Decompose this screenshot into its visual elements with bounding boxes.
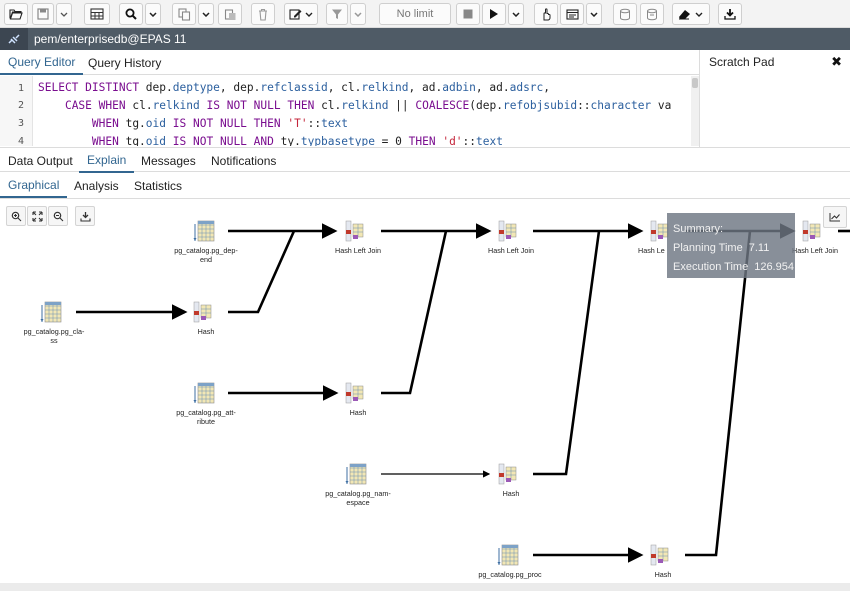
plan-node-pg-namespace[interactable]: pg_catalog.pg_nam- espace [325,463,391,507]
zoom-in-icon[interactable] [6,206,26,226]
plan-node-hash-left-join-3[interactable]: Hash Le [638,220,669,255]
plan-node-hash-3[interactable]: Hash [498,463,520,498]
line-number: 4 [17,136,24,146]
line-number: 3 [17,118,24,129]
node-label: Hash Left Join [335,246,381,255]
code-line: WHEN tg.oid IS NOT NULL AND ty.typbasety… [91,135,503,146]
clear-icon[interactable] [672,3,710,25]
rollback-icon[interactable] [640,3,664,25]
plan-node-hash-2[interactable]: Hash [345,382,367,417]
tab-statistics[interactable]: Statistics [126,173,190,198]
connection-status-icon[interactable] [0,28,28,50]
explain-tab-bar: Graphical Analysis Statistics [0,173,850,199]
tab-data-output[interactable]: Data Output [0,148,81,173]
execution-time-label: Execution Time [673,261,749,273]
tab-query-editor[interactable]: Query Editor [0,50,84,75]
plan-edges [76,223,850,563]
plan-node-hash-left-join-2[interactable]: Hash Left Join [488,220,534,255]
scratch-pad-panel: Scratch Pad ✖ [699,50,850,147]
stop-icon[interactable] [456,3,480,25]
node-label: Hash [198,327,215,336]
scratch-pad-title: Scratch Pad [709,55,775,69]
code-line: WHEN tg.oid IS NOT NULL THEN 'T'::text [91,117,349,130]
node-label: Hash [350,408,367,417]
find-icon[interactable] [119,3,143,25]
summary-title: Summary: [673,223,724,235]
explain-icon[interactable] [534,3,558,25]
filter-options-chevron-down-icon[interactable] [350,3,366,25]
result-tab-bar: Data Output Explain Messages Notificatio… [0,147,850,173]
save-icon[interactable] [32,3,54,25]
save-options-chevron-down-icon[interactable] [56,3,72,25]
find-options-chevron-down-icon[interactable] [145,3,161,25]
commit-icon[interactable] [613,3,637,25]
node-label: Hash [503,489,520,498]
node-label: Hash Left Join [792,246,838,255]
tab-explain[interactable]: Explain [79,148,135,173]
download-icon[interactable] [718,3,742,25]
execute-icon[interactable] [482,3,506,25]
node-label: espace [346,498,369,507]
tab-notifications[interactable]: Notifications [203,148,284,173]
node-label: Hash Le [638,246,665,255]
editor-tab-bar: Query Editor Query History [0,50,699,75]
execution-time-value: 126.954 [754,261,794,273]
line-number-gutter: 1 2 3 4 [0,76,33,146]
plan-node-hash-1[interactable]: Hash [193,301,215,336]
copy-icon[interactable] [172,3,196,25]
filter-icon[interactable] [326,3,348,25]
editor-scrollbar[interactable] [691,76,699,146]
connection-bar: pem/enterprisedb@EPAS 11 [0,28,850,50]
sql-editor[interactable]: 1 2 3 4 SELECT DISTINCT dep.deptype, dep… [0,76,699,146]
node-label: pg_catalog.pg_att- [176,408,236,417]
tab-graphical[interactable]: Graphical [0,173,68,198]
table-grid-icon[interactable] [84,3,110,25]
node-label: ribute [197,417,215,426]
tab-analysis[interactable]: Analysis [66,173,127,198]
open-file-icon[interactable] [4,3,28,25]
plan-node-pg-proc[interactable]: pg_catalog.pg_proc ... [478,544,542,588]
plan-node-pg-depend[interactable]: pg_catalog.pg_dep- end [174,220,238,264]
copy-options-chevron-down-icon[interactable] [198,3,214,25]
code-line: CASE WHEN cl.relkind IS NOT NULL THEN cl… [64,99,672,112]
line-number: 2 [17,100,24,111]
plan-node-hash-left-join-1[interactable]: Hash Left Join [335,220,381,255]
delete-icon[interactable] [251,3,275,25]
statistics-chart-icon[interactable] [823,206,847,228]
line-number: 1 [17,83,24,94]
explain-options-chevron-down-icon[interactable] [586,3,602,25]
node-label: Hash Left Join [488,246,534,255]
zoom-to-fit-icon[interactable] [27,206,47,226]
execution-summary-tooltip: Summary: Planning Time 7.11 Execution Ti… [667,213,795,278]
node-label: ss [50,336,58,345]
zoom-out-icon[interactable] [48,206,68,226]
node-label: pg_catalog.pg_dep- [174,246,238,255]
close-icon[interactable]: ✖ [831,54,842,70]
connection-label: pem/enterprisedb@EPAS 11 [34,32,187,46]
edit-icon[interactable] [284,3,318,25]
execute-options-chevron-down-icon[interactable] [508,3,524,25]
node-label: pg_catalog.pg_proc [478,570,542,579]
plan-node-pg-attribute[interactable]: pg_catalog.pg_att- ribute [176,382,236,426]
node-label: pg_catalog.pg_nam- [325,489,391,498]
canvas-horizontal-scrollbar[interactable] [0,583,850,591]
query-toolbar: No limit [0,0,850,28]
node-label: pg_catalog.pg_cla- [24,327,85,336]
explain-analyze-icon[interactable] [560,3,584,25]
tab-query-history[interactable]: Query History [80,50,169,75]
row-limit-select[interactable]: No limit [379,3,451,25]
node-label: Hash [655,570,672,579]
plan-node-hash-4[interactable]: Hash [650,544,672,579]
code-line: SELECT DISTINCT dep.deptype, dep.refclas… [38,81,551,94]
tab-messages[interactable]: Messages [133,148,204,173]
plan-node-pg-class[interactable]: pg_catalog.pg_cla- ss [24,301,85,345]
download-plan-icon[interactable] [75,206,95,226]
planning-time-label: Planning Time [673,242,743,254]
planning-time-value: 7.11 [748,242,770,254]
paste-icon[interactable] [218,3,242,25]
node-label: end [200,255,212,264]
